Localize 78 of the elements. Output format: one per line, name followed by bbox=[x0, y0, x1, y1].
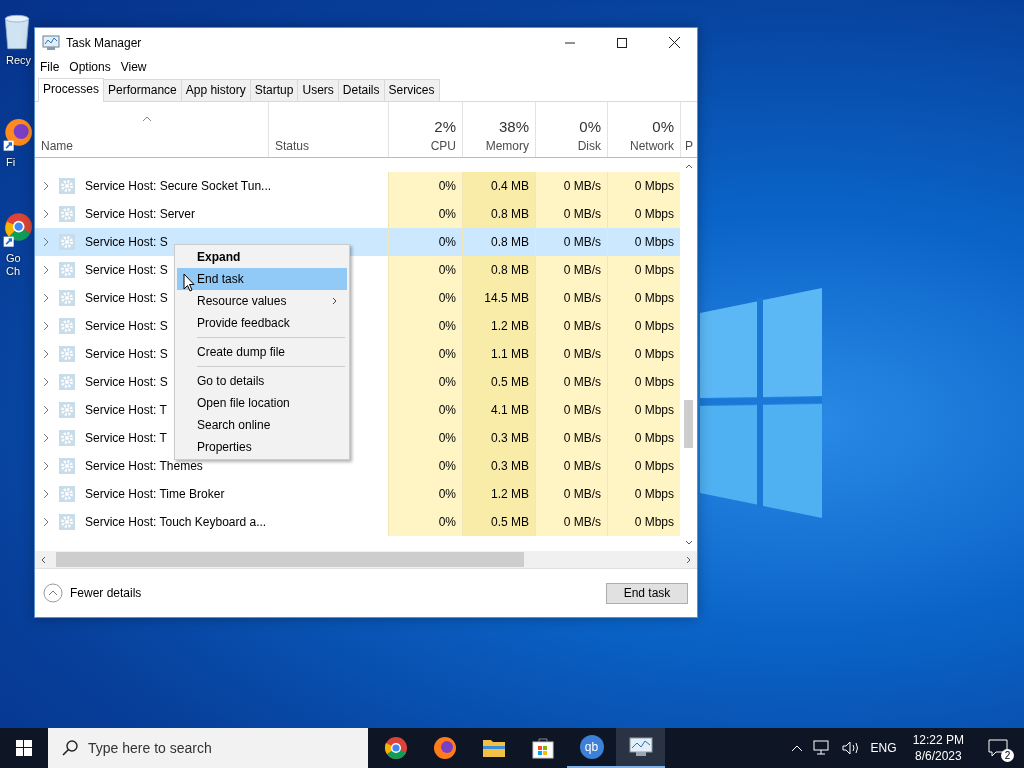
table-cell: 0 Mbps bbox=[607, 228, 680, 256]
table-cell: 0 Mbps bbox=[607, 368, 680, 396]
process-name: Service Host: S bbox=[85, 375, 168, 389]
table-cell: 0 MB/s bbox=[535, 256, 607, 284]
table-cell: 0 MB/s bbox=[535, 340, 607, 368]
table-cell: 0.3 MB bbox=[462, 424, 535, 452]
desktop-icon-label: Recy bbox=[5, 54, 32, 67]
table-cell: 0% bbox=[388, 340, 462, 368]
table-cell: 0 MB/s bbox=[535, 200, 607, 228]
table-cell: 0% bbox=[388, 256, 462, 284]
notification-count: 2 bbox=[1001, 749, 1014, 762]
process-name: Service Host: S bbox=[85, 291, 168, 305]
table-cell: 1.2 MB bbox=[462, 480, 535, 508]
table-cell: 1.2 MB bbox=[462, 312, 535, 340]
table-cell: 0.8 MB bbox=[462, 228, 535, 256]
table-cell: 14.5 MB bbox=[462, 284, 535, 312]
table-cell: 0 Mbps bbox=[607, 480, 680, 508]
table-cell: 0 Mbps bbox=[607, 172, 680, 200]
table-cell: 0% bbox=[388, 480, 462, 508]
table-cell: 0 MB/s bbox=[535, 396, 607, 424]
table-cell: 1.1 MB bbox=[462, 340, 535, 368]
table-cell: 0% bbox=[388, 508, 462, 536]
column-total: 0% bbox=[579, 118, 601, 135]
table-cell: 0 Mbps bbox=[607, 200, 680, 228]
table-cell: 0% bbox=[388, 452, 462, 480]
table-cell: 0% bbox=[388, 396, 462, 424]
window-title: Task Manager bbox=[66, 35, 142, 50]
table-cell: 0 MB/s bbox=[535, 480, 607, 508]
clock-time: 12:22 PM bbox=[912, 732, 964, 748]
table-cell: 0 MB/s bbox=[535, 424, 607, 452]
column-total: 0% bbox=[652, 118, 674, 135]
process-name: Service Host: S bbox=[85, 347, 168, 361]
desktop-icon-label: Fi bbox=[5, 156, 16, 169]
table-cell: 0.8 MB bbox=[462, 200, 535, 228]
table-cell: 0 Mbps bbox=[607, 284, 680, 312]
clock-date: 8/6/2023 bbox=[914, 748, 962, 764]
table-cell: 0 MB/s bbox=[535, 368, 607, 396]
table-cell: 0 Mbps bbox=[607, 452, 680, 480]
process-name: Service Host: Touch Keyboard a... bbox=[85, 515, 267, 529]
process-name: Service Host: S bbox=[85, 319, 168, 333]
table-cell: 0 Mbps bbox=[607, 396, 680, 424]
table-cell: 0% bbox=[388, 368, 462, 396]
table-cell: 0% bbox=[388, 172, 462, 200]
table-cell: 0 Mbps bbox=[607, 256, 680, 284]
column-total: 38% bbox=[498, 118, 529, 135]
column-total: 2% bbox=[434, 118, 456, 135]
process-name: Service Host: Secure Socket Tun... bbox=[85, 179, 272, 193]
process-name: Service Host: T bbox=[85, 403, 167, 417]
table-cell: 0.5 MB bbox=[462, 508, 535, 536]
table-cell: 0% bbox=[388, 284, 462, 312]
table-cell: 0 Mbps bbox=[607, 508, 680, 536]
process-name: Service Host: S bbox=[85, 263, 168, 277]
desktop-icon-label: Go bbox=[5, 252, 21, 265]
table-cell: 0.4 MB bbox=[462, 172, 535, 200]
table-cell: 0% bbox=[388, 200, 462, 228]
table-cell: 0 MB/s bbox=[535, 284, 607, 312]
table-cell: 0.3 MB bbox=[462, 452, 535, 480]
table-cell: 0 Mbps bbox=[607, 312, 680, 340]
table-cell: 4.1 MB bbox=[462, 396, 535, 424]
table-cell: 0 MB/s bbox=[535, 452, 607, 480]
desktop-icon-label: Ch bbox=[5, 265, 21, 278]
table-cell: 0 MB/s bbox=[535, 508, 607, 536]
table-cell: 0 Mbps bbox=[607, 424, 680, 452]
table-cell: 0 MB/s bbox=[535, 172, 607, 200]
table-cell: 0.8 MB bbox=[462, 256, 535, 284]
table-cell: 0% bbox=[388, 424, 462, 452]
table-cell: 0 MB/s bbox=[535, 312, 607, 340]
table-cell: 0 MB/s bbox=[535, 228, 607, 256]
process-name: Service Host: Server bbox=[85, 207, 196, 221]
table-cell: 0% bbox=[388, 312, 462, 340]
process-name: Service Host: T bbox=[85, 431, 167, 445]
process-name: Service Host: S bbox=[85, 235, 168, 249]
app-logo-icon: qb bbox=[579, 735, 604, 759]
table-cell: 0.5 MB bbox=[462, 368, 535, 396]
process-name: Service Host: Themes bbox=[85, 459, 203, 473]
table-cell: 0% bbox=[388, 228, 462, 256]
table-cell: 0 Mbps bbox=[607, 340, 680, 368]
process-name: Service Host: Time Broker bbox=[85, 487, 225, 501]
